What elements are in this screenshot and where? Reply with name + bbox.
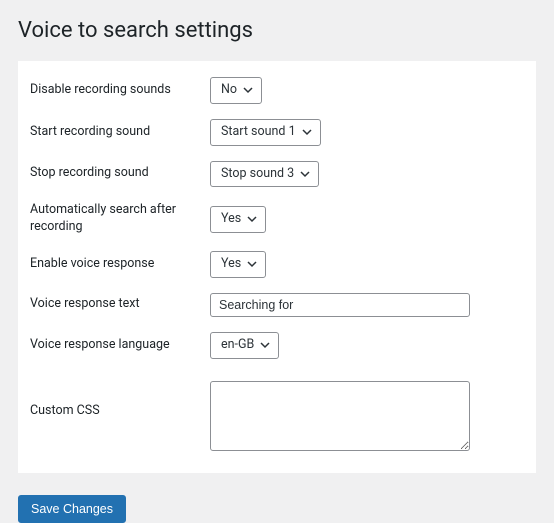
row-start-sound: Start recording sound Start sound 1	[30, 119, 524, 146]
select-enable-voice[interactable]: Yes	[210, 251, 266, 278]
select-disable-sounds[interactable]: No	[210, 77, 262, 104]
row-response-text: Voice response text	[30, 293, 524, 317]
label-stop-sound: Stop recording sound	[30, 165, 210, 182]
select-disable-sounds-value: No	[221, 81, 237, 100]
chevron-down-icon	[260, 340, 270, 350]
chevron-down-icon	[300, 169, 310, 179]
settings-panel: Disable recording sounds No Start record…	[18, 61, 536, 473]
chevron-down-icon	[302, 127, 312, 137]
row-stop-sound: Stop recording sound Stop sound 3	[30, 161, 524, 188]
textarea-custom-css[interactable]	[210, 381, 470, 451]
save-button[interactable]: Save Changes	[18, 495, 126, 523]
select-auto-search-value: Yes	[221, 210, 241, 229]
chevron-down-icon	[247, 214, 257, 224]
select-start-sound[interactable]: Start sound 1	[210, 119, 321, 146]
row-auto-search: Automatically search after recording Yes	[30, 202, 524, 236]
label-start-sound: Start recording sound	[30, 124, 210, 141]
page-title: Voice to search settings	[18, 18, 536, 43]
input-response-text[interactable]	[210, 293, 470, 317]
row-custom-css: Custom CSS	[30, 381, 524, 455]
row-response-lang: Voice response language en-GB	[30, 332, 524, 359]
select-enable-voice-value: Yes	[221, 255, 241, 274]
label-response-lang: Voice response language	[30, 337, 210, 354]
label-custom-css: Custom CSS	[30, 381, 210, 420]
select-response-lang-value: en-GB	[221, 336, 254, 355]
row-enable-voice: Enable voice response Yes	[30, 251, 524, 278]
label-disable-sounds: Disable recording sounds	[30, 82, 210, 99]
select-stop-sound[interactable]: Stop sound 3	[210, 161, 319, 188]
select-auto-search[interactable]: Yes	[210, 206, 266, 233]
label-response-text: Voice response text	[30, 296, 210, 313]
chevron-down-icon	[247, 259, 257, 269]
label-auto-search: Automatically search after recording	[30, 202, 210, 236]
select-stop-sound-value: Stop sound 3	[221, 165, 294, 184]
select-start-sound-value: Start sound 1	[221, 123, 296, 142]
select-response-lang[interactable]: en-GB	[210, 332, 279, 359]
label-enable-voice: Enable voice response	[30, 256, 210, 273]
chevron-down-icon	[243, 85, 253, 95]
row-disable-sounds: Disable recording sounds No	[30, 77, 524, 104]
